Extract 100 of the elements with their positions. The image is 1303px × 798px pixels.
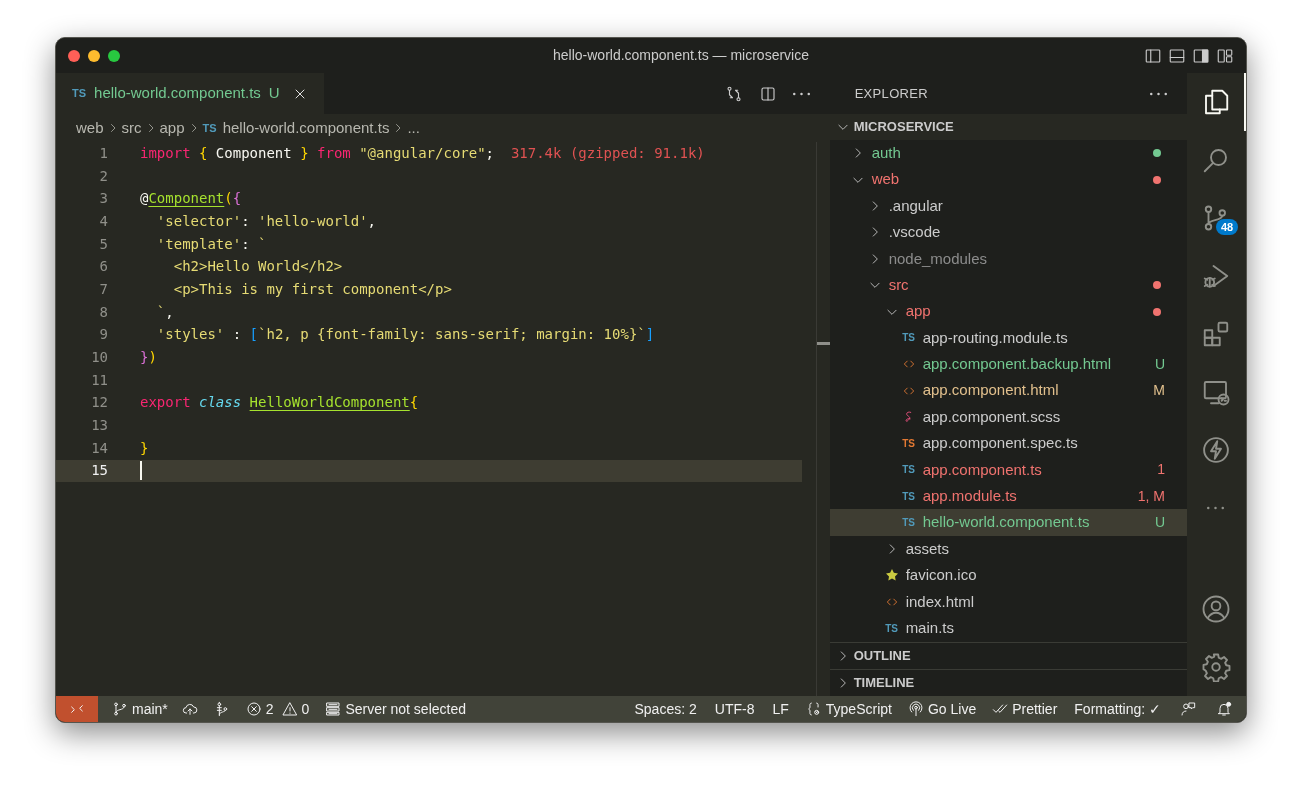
settings-icon: [1200, 652, 1231, 682]
file-name: auth: [871, 142, 902, 163]
line-number: 10: [90, 348, 108, 368]
go-live-button[interactable]: Go Live: [899, 698, 985, 720]
tree-item[interactable]: app: [829, 298, 1187, 325]
git-status: U: [1154, 513, 1165, 533]
split-editor-icon: [758, 84, 777, 103]
tree-item[interactable]: TS hello-world.component.ts U: [829, 509, 1187, 536]
sidebar-right-layout-icon: [1192, 46, 1210, 65]
typescript-file-icon: TS: [202, 119, 217, 137]
feedback-icon: [1180, 701, 1196, 717]
breadcrumb-item[interactable]: web: [76, 116, 104, 140]
tree-item[interactable]: TS app.module.ts 1, M: [829, 483, 1187, 510]
split-editor-button[interactable]: [758, 84, 777, 103]
tree-item[interactable]: assets: [829, 535, 1187, 563]
typescript-file-icon: TS: [900, 462, 917, 478]
file-name: app.component.html: [922, 380, 1060, 401]
maximize-window-button[interactable]: [108, 49, 120, 62]
tree-item[interactable]: .angular: [829, 192, 1187, 220]
tree-item[interactable]: web: [829, 166, 1187, 193]
status-item[interactable]: LF: [763, 698, 798, 720]
tree-item[interactable]: node_modules: [829, 245, 1187, 272]
line-number: 1: [98, 143, 108, 163]
file-name: node_modules: [888, 248, 989, 269]
line-number: 7: [98, 279, 108, 299]
typescript-file-icon: TS: [900, 436, 917, 451]
line-number: 2: [98, 166, 108, 186]
code-line: @Component({: [140, 189, 242, 209]
window-title: hello-world.component.ts — microservice: [553, 46, 809, 65]
tree-item[interactable]: favicon.ico: [829, 562, 1187, 589]
typescript-file-icon: TS: [900, 330, 917, 346]
line-number: 8: [98, 302, 108, 322]
breadcrumb-item[interactable]: hello-world.component.ts: [222, 116, 390, 140]
minimize-window-button[interactable]: [88, 49, 100, 62]
count-badge: 48: [1216, 219, 1239, 235]
close-window-button[interactable]: [68, 49, 80, 62]
file-name: app: [905, 301, 932, 322]
warning-icon: [281, 701, 298, 717]
broadcast-icon: [907, 701, 924, 717]
typescript-file-icon: TS: [900, 515, 917, 531]
code-line: `,: [155, 302, 174, 322]
text-cursor: [140, 461, 142, 481]
cloud-upload-icon: [181, 701, 198, 717]
line-number: 15: [90, 461, 108, 481]
tree-item[interactable]: TS app.component.ts 1: [829, 456, 1187, 484]
account-icon: [1200, 594, 1231, 624]
file-name: app.component.scss: [922, 406, 1062, 427]
language-mode-button[interactable]: TypeScript: [797, 698, 900, 720]
status-item[interactable]: Formatting: ✓: [1065, 698, 1170, 720]
git-status: U: [268, 83, 280, 104]
tree-item[interactable]: TS app-routing.module.ts: [829, 324, 1187, 352]
line-number: 11: [90, 370, 108, 390]
more-actions-button[interactable]: [1150, 91, 1167, 96]
tree-item[interactable]: .vscode: [829, 219, 1187, 246]
customize-layout-icon: [1216, 46, 1234, 65]
more-icon: [1150, 91, 1167, 96]
more-actions-button[interactable]: [792, 91, 810, 96]
tree-item[interactable]: auth: [829, 140, 1187, 167]
tree-item[interactable]: index.html: [829, 588, 1187, 616]
section-header[interactable]: MICROSERVICE: [829, 114, 1187, 140]
status-item[interactable]: Spaces: 2: [625, 698, 706, 720]
typescript-file-icon: TS: [900, 488, 917, 504]
typescript-file-icon: TS: [72, 85, 87, 102]
code-line: }): [140, 348, 157, 368]
line-number: 4: [98, 211, 108, 231]
braces-icon: [805, 701, 822, 717]
server-button[interactable]: Server not selected: [317, 698, 474, 720]
code-line: import { Component } from "@angular/core"; 317.4k (gzipped: 91.1k): [140, 143, 705, 163]
code-line: <p>This is my first component</p>: [172, 279, 452, 299]
file-name: index.html: [905, 591, 975, 612]
more-icon: [1207, 506, 1224, 510]
breadcrumb-item[interactable]: src: [121, 116, 142, 140]
problems-button[interactable]: 2 0: [237, 698, 318, 720]
tree-item[interactable]: app.component.scss: [829, 403, 1187, 431]
status-item[interactable]: UTF-8: [705, 698, 764, 720]
tree-item[interactable]: TS app.component.spec.ts: [829, 430, 1187, 457]
compare-changes-button[interactable]: [724, 84, 743, 103]
branch-icon: [112, 701, 128, 717]
source-control-button[interactable]: 48: [1187, 189, 1246, 247]
breadcrumb-item[interactable]: ...: [407, 116, 420, 140]
tree-item[interactable]: app.component.html M: [829, 377, 1187, 404]
file-name: hello-world.component.ts: [922, 512, 1091, 533]
code-line: 'template': `: [155, 234, 267, 254]
branch-button[interactable]: main*: [106, 698, 174, 720]
bell-icon: [1216, 701, 1232, 717]
code-line: }: [140, 438, 149, 458]
prettier-button[interactable]: Prettier: [984, 698, 1066, 720]
editor-tab[interactable]: TS hello-world.component.ts U: [56, 73, 324, 114]
tree-item[interactable]: src: [829, 271, 1187, 299]
tree-item[interactable]: app.component.backup.html U: [829, 351, 1187, 378]
line-number: 14: [90, 438, 108, 458]
line-number: 13: [90, 416, 108, 436]
tree-item[interactable]: TS main.ts: [829, 615, 1187, 642]
section-header[interactable]: OUTLINE: [829, 642, 1187, 669]
breadcrumb-item[interactable]: app: [159, 116, 185, 140]
lightning-icon: [1200, 435, 1231, 465]
file-name: .angular: [888, 195, 944, 216]
panel-layout-icon: [1168, 46, 1186, 65]
more-icon: [792, 91, 810, 96]
typescript-file-icon: TS: [883, 620, 900, 636]
